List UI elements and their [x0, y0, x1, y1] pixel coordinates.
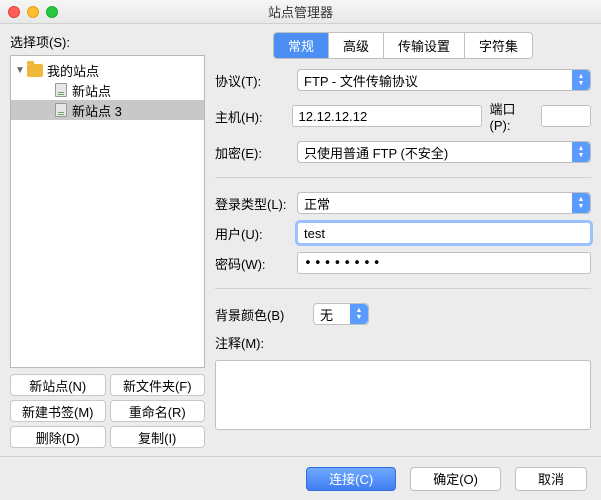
bgcolor-select[interactable]: 无 ▲▼ [313, 303, 369, 325]
protocol-select[interactable]: FTP - 文件传输协议 ▲▼ [297, 69, 591, 91]
chevron-updown-icon: ▲▼ [350, 304, 368, 324]
new-site-button[interactable]: 新站点(N) [10, 374, 106, 396]
tree-item[interactable]: 新站点 [11, 80, 204, 100]
disclosure-icon[interactable]: ▼ [15, 65, 25, 76]
user-input[interactable] [297, 222, 591, 244]
encryption-select[interactable]: 只使用普通 FTP (不安全) ▲▼ [297, 141, 591, 163]
tab-transfer[interactable]: 传输设置 [384, 33, 465, 58]
ok-button[interactable]: 确定(O) [410, 467, 501, 491]
cancel-button[interactable]: 取消 [515, 467, 587, 491]
window-controls [8, 6, 58, 18]
chevron-updown-icon: ▲▼ [572, 142, 590, 162]
protocol-label: 协议(T): [215, 71, 289, 90]
host-input[interactable] [292, 105, 482, 127]
tree-root[interactable]: ▼ 我的站点 [11, 60, 204, 80]
tab-general[interactable]: 常规 [274, 33, 329, 58]
password-input[interactable] [297, 252, 591, 274]
tree-item[interactable]: 新站点 3 [11, 100, 204, 120]
tab-charset[interactable]: 字符集 [465, 33, 532, 58]
select-entry-label: 选择项(S): [10, 32, 205, 51]
logon-type-select[interactable]: 正常 ▲▼ [297, 192, 591, 214]
logon-type-value: 正常 [304, 194, 330, 213]
titlebar: 站点管理器 [0, 0, 601, 24]
password-label: 密码(W): [215, 254, 289, 273]
server-icon [55, 83, 67, 97]
comment-label: 注释(M): [215, 333, 289, 352]
connect-button[interactable]: 连接(C) [306, 467, 396, 491]
new-folder-button[interactable]: 新文件夹(F) [110, 374, 206, 396]
separator [215, 177, 591, 178]
separator [215, 288, 591, 289]
left-panel: 选择项(S): ▼ 我的站点 新站点 新站点 3 新站点(N) 新文件夹(F) … [10, 32, 205, 448]
port-input[interactable] [541, 105, 591, 127]
tree-item-label: 新站点 [72, 81, 111, 100]
window-title: 站点管理器 [0, 2, 601, 21]
site-tree[interactable]: ▼ 我的站点 新站点 新站点 3 [10, 55, 205, 368]
delete-button[interactable]: 删除(D) [10, 426, 106, 448]
tab-advanced[interactable]: 高级 [329, 33, 384, 58]
chevron-updown-icon: ▲▼ [572, 70, 590, 90]
folder-icon [27, 64, 43, 77]
comment-textarea[interactable] [215, 360, 591, 430]
user-label: 用户(U): [215, 224, 289, 243]
bgcolor-label: 背景颜色(B) [215, 305, 305, 324]
host-label: 主机(H): [215, 107, 284, 126]
encryption-value: 只使用普通 FTP (不安全) [304, 143, 448, 162]
logon-type-label: 登录类型(L): [215, 194, 289, 213]
server-icon [55, 103, 67, 117]
new-bookmark-button[interactable]: 新建书签(M) [10, 400, 106, 422]
rename-button[interactable]: 重命名(R) [110, 400, 206, 422]
bgcolor-value: 无 [320, 305, 333, 324]
tree-item-label: 新站点 3 [72, 101, 122, 120]
copy-button[interactable]: 复制(I) [110, 426, 206, 448]
encryption-label: 加密(E): [215, 143, 289, 162]
tree-root-label: 我的站点 [47, 61, 99, 80]
zoom-icon[interactable] [46, 6, 58, 18]
close-icon[interactable] [8, 6, 20, 18]
port-label: 端口(P): [490, 99, 533, 133]
protocol-value: FTP - 文件传输协议 [304, 71, 418, 90]
chevron-updown-icon: ▲▼ [572, 193, 590, 213]
minimize-icon[interactable] [27, 6, 39, 18]
tab-bar: 常规 高级 传输设置 字符集 [215, 32, 591, 59]
footer: 连接(C) 确定(O) 取消 [0, 456, 601, 500]
right-panel: 常规 高级 传输设置 字符集 协议(T): FTP - 文件传输协议 ▲▼ 主机… [215, 32, 591, 448]
